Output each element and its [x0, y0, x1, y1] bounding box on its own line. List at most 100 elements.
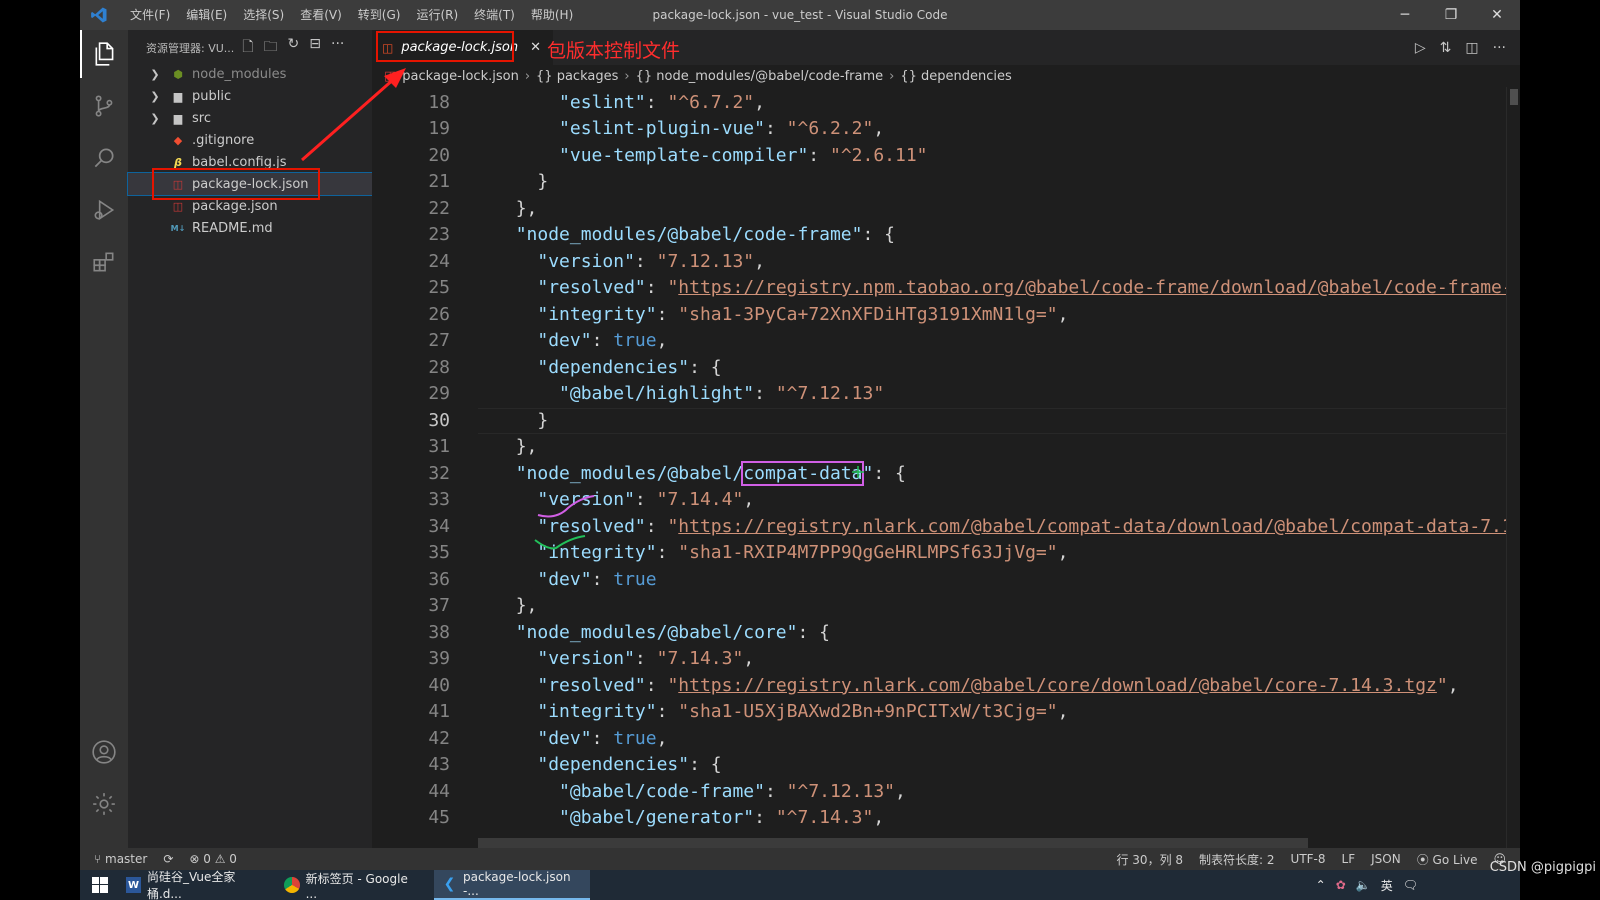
manage-button[interactable]	[80, 780, 128, 828]
cursor-position[interactable]: 行 30，列 8	[1116, 851, 1183, 868]
taskbar-word[interactable]: W 尚硅谷_Vue全家桶.d...	[118, 870, 270, 900]
tree-item-src[interactable]: ❯ ▆ src	[128, 107, 372, 129]
split-editor-icon[interactable]: ◫	[1465, 40, 1478, 56]
breadcrumb-packages[interactable]: {} packages	[536, 69, 618, 84]
menu-terminal[interactable]: 终端(T)	[466, 0, 523, 30]
code-line[interactable]: 27 "dev": true,	[372, 328, 1520, 355]
code-line[interactable]: 34 "resolved": "https://registry.nlark.c…	[372, 514, 1520, 541]
menu-file[interactable]: 文件(F)	[122, 0, 178, 30]
input-method[interactable]: 英	[1381, 877, 1393, 894]
code-line[interactable]: 33 "version": "7.14.4",	[372, 487, 1520, 514]
line-text: "version": "7.14.3",	[537, 648, 755, 669]
code-line[interactable]: 23 "node_modules/@babel/code-frame": {	[372, 222, 1520, 249]
run-debug-button[interactable]	[80, 186, 128, 234]
code-editor[interactable]: 17 "babel-eslint": "^10.1.0",18 "eslint"…	[372, 87, 1520, 848]
code-line[interactable]: 38 "node_modules/@babel/core": {	[372, 620, 1520, 647]
close-window-button[interactable]: ✕	[1474, 0, 1520, 30]
code-line[interactable]: 19 "eslint-plugin-vue": "^6.2.2",	[372, 116, 1520, 143]
tree-item-label: README.md	[192, 220, 273, 236]
line-number: 43	[428, 754, 450, 775]
chevron-up-icon[interactable]: ⌃	[1316, 878, 1326, 892]
tab-size[interactable]: 制表符长度: 2	[1199, 851, 1275, 868]
line-number: 45	[428, 807, 450, 828]
code-line[interactable]: 40 "resolved": "https://registry.nlark.c…	[372, 673, 1520, 700]
node-folder-icon: ⬢	[173, 67, 183, 81]
menu-selection[interactable]: 选择(S)	[235, 0, 292, 30]
code-line[interactable]: 29 "@babel/highlight": "^7.12.13"	[372, 381, 1520, 408]
run-icon[interactable]: ▷	[1415, 40, 1426, 56]
code-line[interactable]: 31 },	[372, 434, 1520, 461]
tree-item-node-modules[interactable]: ❯ ⬢ node_modules	[128, 63, 372, 85]
menu-help[interactable]: 帮助(H)	[523, 0, 581, 30]
code-line[interactable]: 45 "@babel/generator": "^7.14.3",	[372, 805, 1520, 832]
language-mode[interactable]: JSON	[1371, 852, 1401, 866]
accounts-button[interactable]	[80, 728, 128, 776]
horizontal-scrollbar[interactable]	[478, 838, 1308, 848]
go-live-button[interactable]: ⦿ Go Live	[1417, 851, 1478, 868]
tree-item-gitignore[interactable]: ◆ .gitignore	[128, 129, 372, 151]
branch-icon: ⑂	[94, 852, 106, 866]
code-line[interactable]: 18 "eslint": "^6.7.2",	[372, 90, 1520, 117]
code-line[interactable]: 28 "dependencies": {	[372, 355, 1520, 382]
tree-item-readme[interactable]: M↓ README.md	[128, 217, 372, 239]
tree-item-public[interactable]: ❯ ▆ public	[128, 85, 372, 107]
maximize-button[interactable]: ❐	[1428, 0, 1474, 30]
code-line[interactable]: 21 }	[372, 169, 1520, 196]
code-line[interactable]: 30 }	[372, 408, 1520, 435]
breadcrumb-file[interactable]: package-lock.json	[402, 69, 519, 84]
code-line[interactable]: 26 "integrity": "sha1-3PyCa+72XnXFDiHTg3…	[372, 302, 1520, 329]
menu-edit[interactable]: 编辑(E)	[178, 0, 235, 30]
end-of-line[interactable]: LF	[1342, 852, 1356, 866]
line-text: "integrity": "sha1-U5XjBAXwd2Bn+9nPCITxW…	[537, 701, 1069, 722]
notification-icon[interactable]: 🗨	[1403, 878, 1418, 892]
line-text: "resolved": "https://registry.nlark.com/…	[537, 674, 1459, 696]
extensions-button[interactable]	[80, 238, 128, 286]
scrollbar-thumb[interactable]	[1510, 89, 1518, 105]
more-actions-icon[interactable]: ···	[331, 36, 344, 60]
new-file-icon[interactable]: 🗋	[242, 36, 253, 60]
markdown-icon: M↓	[170, 223, 186, 233]
branch-status[interactable]: ⑂ master	[94, 852, 147, 866]
explorer-button[interactable]	[80, 30, 128, 78]
new-folder-icon[interactable]: 🗀	[264, 36, 278, 60]
minimize-button[interactable]: ─	[1382, 0, 1428, 30]
code-line[interactable]: 37 },	[372, 593, 1520, 620]
search-button[interactable]	[80, 134, 128, 182]
volume-icon[interactable]: 🔈	[1356, 878, 1371, 892]
open-changes-icon[interactable]: ⇅	[1440, 40, 1452, 56]
code-line[interactable]: 39 "version": "7.14.3",	[372, 646, 1520, 673]
menu-view[interactable]: 查看(V)	[292, 0, 350, 30]
code-line[interactable]: 44 "@babel/code-frame": "^7.12.13",	[372, 779, 1520, 806]
code-line[interactable]: 43 "dependencies": {	[372, 752, 1520, 779]
taskbar-vscode[interactable]: ❮ package-lock.json -...	[434, 870, 590, 900]
start-button[interactable]	[84, 870, 116, 900]
breadcrumb-dependencies[interactable]: {} dependencies	[900, 69, 1011, 84]
close-tab-icon[interactable]: ✕	[530, 40, 541, 55]
sync-icon[interactable]: ⟳	[163, 852, 173, 866]
line-text: "@babel/code-frame": "^7.12.13",	[559, 780, 906, 802]
code-line[interactable]: 41 "integrity": "sha1-U5XjBAXwd2Bn+9nPCI…	[372, 699, 1520, 726]
refresh-icon[interactable]: ↻	[288, 36, 300, 60]
menu-run[interactable]: 运行(R)	[408, 0, 466, 30]
more-actions-icon[interactable]: ···	[1493, 40, 1506, 56]
breadcrumb-code-frame[interactable]: {} node_modules/@babel/code-frame	[636, 69, 884, 84]
code-line[interactable]: 42 "dev": true,	[372, 726, 1520, 753]
code-line[interactable]: 24 "version": "7.12.13",	[372, 249, 1520, 276]
line-number: 44	[428, 780, 450, 802]
taskbar-chrome[interactable]: 新标签页 - Google ...	[276, 870, 428, 900]
code-line[interactable]: 36 "dev": true	[372, 567, 1520, 594]
encoding[interactable]: UTF-8	[1291, 852, 1326, 866]
source-control-button[interactable]	[80, 82, 128, 130]
menu-go[interactable]: 转到(G)	[350, 0, 409, 30]
code-line[interactable]: 22 },	[372, 196, 1520, 223]
flower-app-icon[interactable]: ✿	[1336, 878, 1346, 892]
line-number: 30	[428, 409, 450, 431]
problems-status[interactable]: ⊗ 0 ⚠ 0	[189, 852, 237, 866]
code-line[interactable]: 25 "resolved": "https://registry.npm.tao…	[372, 275, 1520, 302]
code-line[interactable]: 20 "vue-template-compiler": "^2.6.11"	[372, 143, 1520, 170]
activity-bar	[80, 30, 128, 848]
code-line[interactable]: 32 "node_modules/@babel/compat-data": {	[372, 460, 1520, 488]
vertical-scrollbar[interactable]	[1506, 87, 1520, 848]
code-line[interactable]: 35 "integrity": "sha1-RXIP4M7PP9QgGeHRLM…	[372, 540, 1520, 567]
collapse-all-icon[interactable]: ⊟	[309, 36, 321, 60]
